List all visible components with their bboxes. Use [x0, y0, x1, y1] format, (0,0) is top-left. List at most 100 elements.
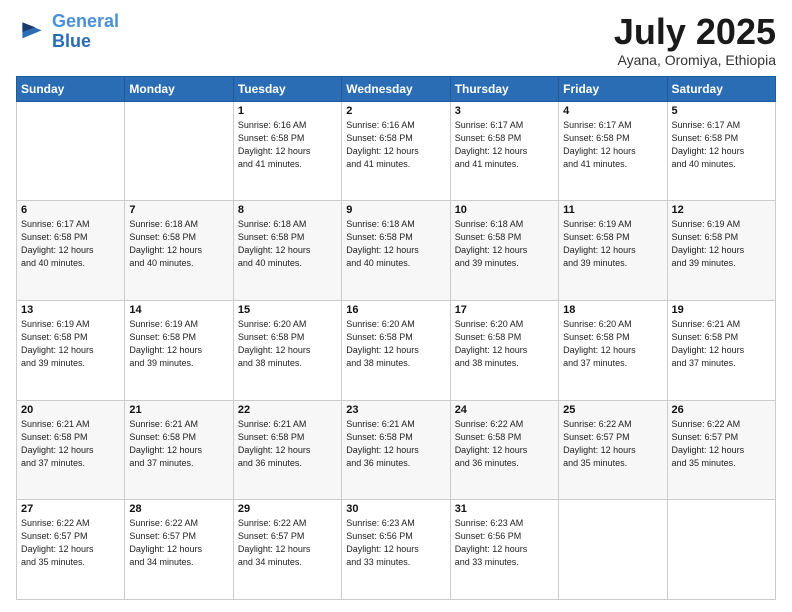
weekday-header-sunday: Sunday — [17, 76, 125, 101]
day-info: Sunrise: 6:21 AM Sunset: 6:58 PM Dayligh… — [129, 418, 228, 470]
day-number: 3 — [455, 105, 554, 117]
calendar-cell: 29Sunrise: 6:22 AM Sunset: 6:57 PM Dayli… — [233, 500, 341, 600]
calendar-table: SundayMondayTuesdayWednesdayThursdayFrid… — [16, 76, 776, 600]
day-info: Sunrise: 6:20 AM Sunset: 6:58 PM Dayligh… — [455, 318, 554, 370]
day-info: Sunrise: 6:21 AM Sunset: 6:58 PM Dayligh… — [238, 418, 337, 470]
day-number: 2 — [346, 105, 445, 117]
day-number: 9 — [346, 204, 445, 216]
calendar-cell: 4 Sunrise: 6:17 AM Sunset: 6:58 PM Daylig… — [559, 101, 667, 201]
logo-text: General Blue — [52, 12, 119, 52]
calendar-cell: 22 Sunrise: 6:21 AM Sunset: 6:58 PM Dayli… — [233, 400, 341, 500]
day-number: 12 — [672, 204, 771, 216]
calendar-week-1: 1 Sunrise: 6:16 AM Sunset: 6:58 PM Daylig… — [17, 101, 776, 201]
day-number: 22 — [238, 404, 337, 416]
day-info: Sunrise: 6:16 AM Sunset: 6:58 PM Dayligh… — [346, 119, 445, 171]
header: General Blue July 2025 Ayana, Oromiya, E… — [16, 12, 776, 68]
day-info: Sunrise: 6:17 AM Sunset: 6:58 PM Dayligh… — [21, 218, 120, 270]
day-info: Sunrise: 6:17 AM Sunset: 6:58 PM Dayligh… — [672, 119, 771, 171]
calendar-cell: 9 Sunrise: 6:18 AM Sunset: 6:58 PM Daylig… — [342, 201, 450, 301]
calendar-cell: 30 Sunrise: 6:23 AM Sunset: 6:56 PM Dayli… — [342, 500, 450, 600]
day-number: 29 — [238, 503, 337, 515]
calendar-cell: 10Sunrise: 6:18 AM Sunset: 6:58 PM Dayli… — [450, 201, 558, 301]
calendar-week-3: 13 Sunrise: 6:19 AM Sunset: 6:58 PM Dayli… — [17, 300, 776, 400]
calendar-cell: 19 Sunrise: 6:21 AM Sunset: 6:58 PM Dayli… — [667, 300, 775, 400]
calendar-cell: 28Sunrise: 6:22 AM Sunset: 6:57 PM Dayli… — [125, 500, 233, 600]
day-number: 15 — [238, 304, 337, 316]
day-info: Sunrise: 6:22 AM Sunset: 6:58 PM Dayligh… — [455, 418, 554, 470]
calendar-cell: 31 Sunrise: 6:23 AM Sunset: 6:56 PM Dayli… — [450, 500, 558, 600]
weekday-header-thursday: Thursday — [450, 76, 558, 101]
logo-icon — [16, 16, 48, 48]
day-number: 10 — [455, 204, 554, 216]
day-info: Sunrise: 6:18 AM Sunset: 6:58 PM Dayligh… — [238, 218, 337, 270]
day-info: Sunrise: 6:19 AM Sunset: 6:58 PM Dayligh… — [129, 318, 228, 370]
calendar-cell: 23Sunrise: 6:21 AM Sunset: 6:58 PM Dayli… — [342, 400, 450, 500]
calendar-cell: 6 Sunrise: 6:17 AM Sunset: 6:58 PM Daylig… — [17, 201, 125, 301]
day-number: 6 — [21, 204, 120, 216]
day-number: 1 — [238, 105, 337, 117]
day-info: Sunrise: 6:19 AM Sunset: 6:58 PM Dayligh… — [672, 218, 771, 270]
day-number: 19 — [672, 304, 771, 316]
weekday-header-tuesday: Tuesday — [233, 76, 341, 101]
day-info: Sunrise: 6:20 AM Sunset: 6:58 PM Dayligh… — [563, 318, 662, 370]
calendar-cell: 18 Sunrise: 6:20 AM Sunset: 6:58 PM Dayli… — [559, 300, 667, 400]
day-number: 30 — [346, 503, 445, 515]
day-number: 16 — [346, 304, 445, 316]
day-number: 4 — [563, 105, 662, 117]
day-info: Sunrise: 6:19 AM Sunset: 6:58 PM Dayligh… — [563, 218, 662, 270]
calendar-cell: 26 Sunrise: 6:22 AM Sunset: 6:57 PM Dayli… — [667, 400, 775, 500]
day-number: 11 — [563, 204, 662, 216]
day-number: 8 — [238, 204, 337, 216]
day-info: Sunrise: 6:22 AM Sunset: 6:57 PM Dayligh… — [21, 517, 120, 569]
day-number: 5 — [672, 105, 771, 117]
day-number: 21 — [129, 404, 228, 416]
calendar-cell: 11 Sunrise: 6:19 AM Sunset: 6:58 PM Dayli… — [559, 201, 667, 301]
calendar-cell: 20Sunrise: 6:21 AM Sunset: 6:58 PM Dayli… — [17, 400, 125, 500]
day-number: 18 — [563, 304, 662, 316]
day-info: Sunrise: 6:18 AM Sunset: 6:58 PM Dayligh… — [346, 218, 445, 270]
day-info: Sunrise: 6:21 AM Sunset: 6:58 PM Dayligh… — [672, 318, 771, 370]
day-info: Sunrise: 6:16 AM Sunset: 6:58 PM Dayligh… — [238, 119, 337, 171]
day-info: Sunrise: 6:22 AM Sunset: 6:57 PM Dayligh… — [672, 418, 771, 470]
day-info: Sunrise: 6:20 AM Sunset: 6:58 PM Dayligh… — [238, 318, 337, 370]
day-number: 23 — [346, 404, 445, 416]
month-title: July 2025 — [614, 12, 776, 52]
calendar-cell: 2 Sunrise: 6:16 AM Sunset: 6:58 PM Daylig… — [342, 101, 450, 201]
calendar-week-4: 20 Sunrise: 6:21 AM Sunset: 6:58 PM Dayli… — [17, 400, 776, 500]
calendar-cell: 7 Sunrise: 6:18 AM Sunset: 6:58 PM Daylig… — [125, 201, 233, 301]
day-info: Sunrise: 6:18 AM Sunset: 6:58 PM Dayligh… — [129, 218, 228, 270]
day-info: Sunrise: 6:17 AM Sunset: 6:58 PM Dayligh… — [455, 119, 554, 171]
day-number: 14 — [129, 304, 228, 316]
calendar-cell: 5 Sunrise: 6:17 AM Sunset: 6:58 PM Daylig… — [667, 101, 775, 201]
day-info: Sunrise: 6:17 AM Sunset: 6:58 PM Dayligh… — [563, 119, 662, 171]
calendar-cell: 17 Sunrise: 6:20 AM Sunset: 6:58 PM Dayli… — [450, 300, 558, 400]
logo: General Blue — [16, 12, 119, 52]
calendar-cell: 14 Sunrise: 6:19 AM Sunset: 6:58 PM Dayli… — [125, 300, 233, 400]
day-number: 7 — [129, 204, 228, 216]
day-number: 24 — [455, 404, 554, 416]
day-number: 27 — [21, 503, 120, 515]
day-info: Sunrise: 6:23 AM Sunset: 6:56 PM Dayligh… — [455, 517, 554, 569]
day-number: 20 — [21, 404, 120, 416]
day-info: Sunrise: 6:23 AM Sunset: 6:56 PM Dayligh… — [346, 517, 445, 569]
calendar-cell — [559, 500, 667, 600]
day-number: 31 — [455, 503, 554, 515]
calendar-cell: 12 Sunrise: 6:19 AM Sunset: 6:58 PM Dayli… — [667, 201, 775, 301]
day-number: 17 — [455, 304, 554, 316]
day-info: Sunrise: 6:22 AM Sunset: 6:57 PM Dayligh… — [563, 418, 662, 470]
day-number: 26 — [672, 404, 771, 416]
day-info: Sunrise: 6:22 AM Sunset: 6:57 PM Dayligh… — [129, 517, 228, 569]
day-number: 13 — [21, 304, 120, 316]
calendar-cell: 21 Sunrise: 6:21 AM Sunset: 6:58 PM Dayli… — [125, 400, 233, 500]
calendar-cell: 15 Sunrise: 6:20 AM Sunset: 6:58 PM Dayli… — [233, 300, 341, 400]
weekday-header-row: SundayMondayTuesdayWednesdayThursdayFrid… — [17, 76, 776, 101]
calendar-week-5: 27 Sunrise: 6:22 AM Sunset: 6:57 PM Dayli… — [17, 500, 776, 600]
day-info: Sunrise: 6:20 AM Sunset: 6:58 PM Dayligh… — [346, 318, 445, 370]
weekday-header-monday: Monday — [125, 76, 233, 101]
location: Ayana, Oromiya, Ethiopia — [614, 52, 776, 68]
day-info: Sunrise: 6:19 AM Sunset: 6:58 PM Dayligh… — [21, 318, 120, 370]
calendar-cell: 24 Sunrise: 6:22 AM Sunset: 6:58 PM Dayli… — [450, 400, 558, 500]
title-block: July 2025 Ayana, Oromiya, Ethiopia — [614, 12, 776, 68]
calendar-cell: 27 Sunrise: 6:22 AM Sunset: 6:57 PM Dayli… — [17, 500, 125, 600]
calendar-cell — [17, 101, 125, 201]
